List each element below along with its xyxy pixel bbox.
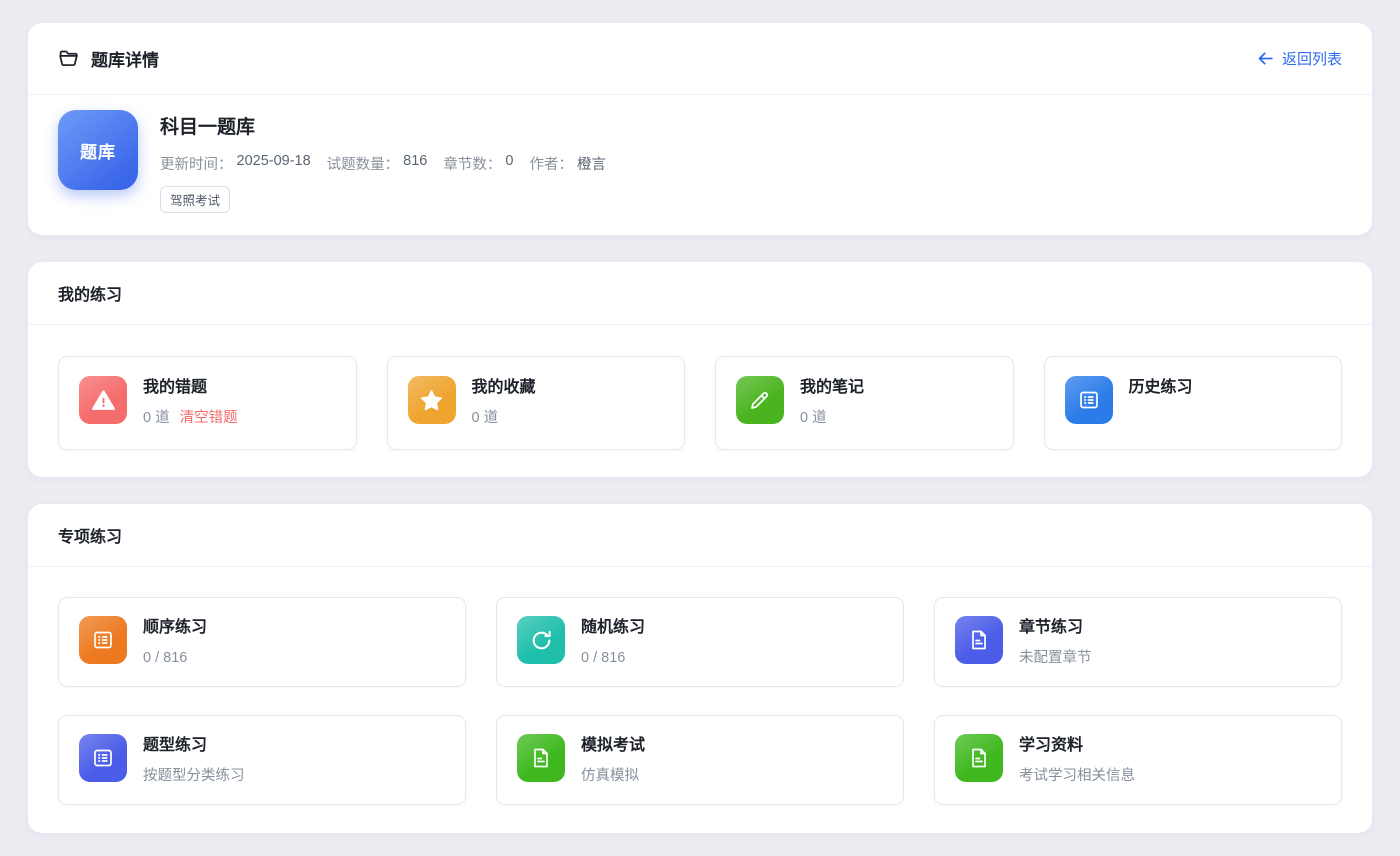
item-title: 我的收藏	[472, 377, 536, 399]
item-subtitle: 未配置章节	[1019, 648, 1092, 668]
meta-label: 章节数：	[443, 153, 501, 174]
page-title: 题库详情	[91, 46, 159, 71]
bank-category-tag: 驾照考试	[160, 186, 230, 213]
card-chapter-practice[interactable]: 章节练习 未配置章节	[934, 597, 1342, 687]
item-title: 随机练习	[581, 617, 645, 639]
refresh-icon	[517, 616, 565, 664]
card-my-notes[interactable]: 我的笔记 0 道	[715, 356, 1014, 450]
my-practice-header: 我的练习	[28, 262, 1372, 325]
meta-value-chapter-count: 0	[505, 153, 513, 174]
back-link-label: 返回列表	[1282, 48, 1342, 69]
item-subtitle: 按题型分类练习	[143, 766, 245, 786]
pen-icon	[736, 376, 784, 424]
special-practice-card: 专项练习 顺序练习 0 / 816	[28, 504, 1372, 833]
item-subtitle: 仿真模拟	[581, 766, 639, 786]
list-icon	[1065, 376, 1113, 424]
arrow-left-icon	[1256, 49, 1275, 68]
meta-value-updated: 2025-09-18	[237, 153, 311, 174]
page: 题库详情 返回列表 题库 科目一题库 更新时间：2025-09-18 试题数量：…	[0, 0, 1400, 856]
card-history-practice[interactable]: 历史练习	[1044, 356, 1343, 450]
meta-label: 作者：	[529, 153, 573, 174]
card-question-type-practice[interactable]: 题型练习 按题型分类练习	[58, 715, 466, 805]
list-icon	[79, 616, 127, 664]
bank-detail-header: 题库详情 返回列表	[28, 23, 1372, 95]
item-title: 历史练习	[1129, 377, 1193, 399]
meta-value-question-count: 816	[403, 153, 427, 174]
clear-wrong-questions-link[interactable]: 清空错题	[180, 408, 238, 428]
item-subtitle: 0 / 816	[143, 648, 187, 668]
star-icon	[408, 376, 456, 424]
item-title: 章节练习	[1019, 617, 1092, 639]
item-title: 我的错题	[143, 377, 238, 399]
card-random-practice[interactable]: 随机练习 0 / 816	[496, 597, 904, 687]
my-practice-card: 我的练习 我的错题 0 道 清空错题	[28, 262, 1372, 477]
item-count: 0 道	[472, 408, 499, 428]
item-title: 题型练习	[143, 735, 245, 757]
bank-meta: 更新时间：2025-09-18 试题数量：816 章节数：0 作者：橙言	[160, 153, 606, 174]
bank-cover-badge: 题库	[58, 110, 138, 190]
card-my-wrong-questions[interactable]: 我的错题 0 道 清空错题	[58, 356, 357, 450]
meta-label: 更新时间：	[160, 153, 233, 174]
meta-label: 试题数量：	[327, 153, 400, 174]
bank-detail-body: 题库 科目一题库 更新时间：2025-09-18 试题数量：816 章节数：0 …	[28, 95, 1372, 235]
back-to-list-link[interactable]: 返回列表	[1256, 48, 1342, 69]
meta-value-author: 橙言	[577, 153, 606, 174]
item-title: 模拟考试	[581, 735, 645, 757]
special-practice-header: 专项练习	[28, 504, 1372, 567]
document-icon	[955, 616, 1003, 664]
card-my-favorites[interactable]: 我的收藏 0 道	[387, 356, 686, 450]
folder-open-icon	[58, 48, 79, 69]
card-study-materials[interactable]: 学习资料 考试学习相关信息	[934, 715, 1342, 805]
item-subtitle: 考试学习相关信息	[1019, 766, 1135, 786]
document-icon	[955, 734, 1003, 782]
bank-detail-card: 题库详情 返回列表 题库 科目一题库 更新时间：2025-09-18 试题数量：…	[28, 23, 1372, 235]
card-mock-exam[interactable]: 模拟考试 仿真模拟	[496, 715, 904, 805]
item-title: 我的笔记	[800, 377, 864, 399]
document-icon	[517, 734, 565, 782]
item-title: 学习资料	[1019, 735, 1135, 757]
item-count: 0 道	[143, 408, 170, 428]
item-title: 顺序练习	[143, 617, 207, 639]
warning-triangle-icon	[79, 376, 127, 424]
list-icon	[79, 734, 127, 782]
item-subtitle: 0 / 816	[581, 648, 625, 668]
card-sequential-practice[interactable]: 顺序练习 0 / 816	[58, 597, 466, 687]
bank-title: 科目一题库	[160, 116, 606, 140]
item-count: 0 道	[800, 408, 827, 428]
